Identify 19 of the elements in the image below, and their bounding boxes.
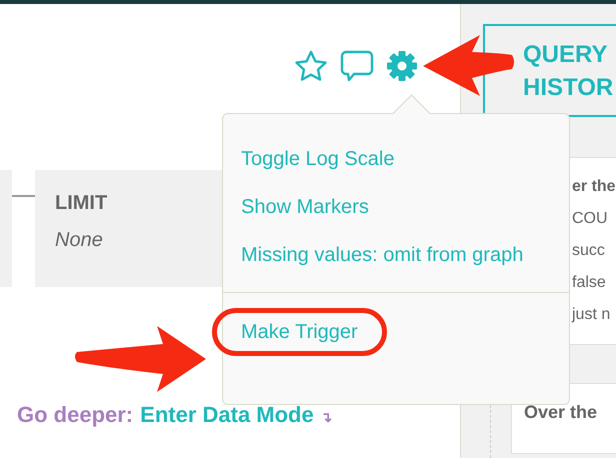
card-text: false [572,274,607,292]
menu-item[interactable]: Show Markers [241,192,369,222]
star-icon[interactable] [294,50,328,82]
settings-icon[interactable] [386,50,418,82]
data-mode-link[interactable]: Enter Data Mode [140,402,314,428]
comment-icon[interactable] [340,50,374,82]
card-text: COU [572,210,609,228]
query-history-button[interactable]: QUERY HISTOR [483,24,616,117]
go-deeper-label: Go deeper: [17,402,134,428]
limit-value: None [55,229,103,252]
card-text: succ [572,242,606,260]
return-symbol: ↴ [320,409,333,425]
menu-item[interactable]: Toggle Log Scale [241,144,394,174]
card-text: er the [572,178,616,196]
card-text: just n [572,306,612,324]
menu-item[interactable]: Missing values: omit from graph [241,240,524,270]
card-text: Over the [524,402,598,423]
menu-item[interactable]: Make Trigger [212,308,387,356]
limit-label: LIMIT [55,192,108,215]
